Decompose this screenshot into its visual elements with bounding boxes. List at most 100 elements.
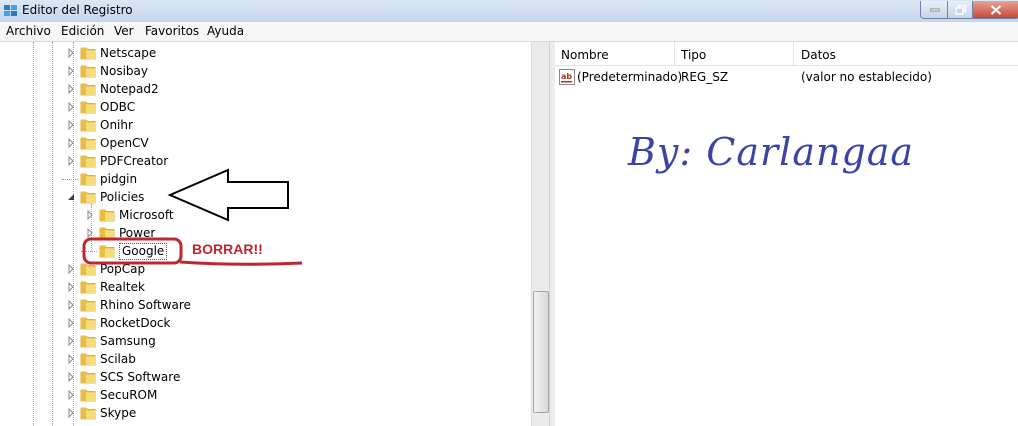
tree-item[interactable]: Realtek bbox=[0, 278, 530, 296]
expand-arrow-icon[interactable] bbox=[66, 390, 76, 400]
close-button[interactable] bbox=[972, 1, 1018, 19]
tree-item-label: Skype bbox=[100, 406, 137, 420]
folder-icon bbox=[80, 65, 96, 78]
tree-item-label: PDFCreator bbox=[100, 154, 169, 168]
column-header-tipo[interactable]: Tipo bbox=[681, 48, 706, 62]
minimize-button[interactable] bbox=[920, 1, 949, 19]
tree-item[interactable]: Samsung bbox=[0, 332, 530, 350]
folder-icon bbox=[80, 317, 96, 330]
tree-item[interactable]: Rhino Software bbox=[0, 296, 530, 314]
expand-arrow-icon[interactable] bbox=[66, 372, 76, 382]
expand-arrow-icon[interactable] bbox=[66, 264, 76, 274]
expand-arrow-icon[interactable] bbox=[85, 210, 95, 220]
tree-item[interactable]: Notepad2 bbox=[0, 80, 530, 98]
maximize-button[interactable] bbox=[947, 1, 974, 19]
scrollbar-thumb[interactable] bbox=[533, 291, 549, 413]
tree-item[interactable]: Onihr bbox=[0, 116, 530, 134]
tree-item[interactable]: pidgin bbox=[0, 170, 530, 188]
tree-item-label: Netscape bbox=[100, 46, 157, 60]
tree-item[interactable]: SecuROM bbox=[0, 386, 530, 404]
collapse-arrow-icon[interactable] bbox=[66, 192, 76, 202]
tree-item-label: Rhino Software bbox=[100, 298, 191, 312]
values-list[interactable]: Nombre Tipo Datos ab (Predeterminado) RE… bbox=[555, 42, 1018, 426]
folder-icon bbox=[99, 227, 115, 240]
tree-item[interactable]: Netscape bbox=[0, 44, 530, 62]
expand-arrow-icon[interactable] bbox=[66, 138, 76, 148]
column-separator[interactable] bbox=[674, 42, 675, 65]
expand-arrow-icon[interactable] bbox=[66, 300, 76, 310]
tree-item-label: Power bbox=[119, 226, 156, 240]
tree-item[interactable]: PopCap bbox=[0, 260, 530, 278]
folder-icon bbox=[80, 335, 96, 348]
tree-item[interactable]: PDFCreator bbox=[0, 152, 530, 170]
delete-annotation: BORRAR!! bbox=[192, 241, 263, 257]
tree-item-label: SecuROM bbox=[100, 388, 158, 402]
tree-item[interactable]: Power bbox=[0, 224, 530, 242]
expand-arrow-icon[interactable] bbox=[66, 354, 76, 364]
folder-icon bbox=[80, 47, 96, 60]
tree-item[interactable]: Skype bbox=[0, 404, 530, 422]
tree-connector bbox=[62, 179, 78, 180]
tree-item[interactable]: Nosibay bbox=[0, 62, 530, 80]
folder-open-icon bbox=[80, 191, 96, 204]
list-header: Nombre Tipo Datos bbox=[555, 42, 1018, 66]
menu-favoritos[interactable]: Favoritos bbox=[145, 24, 199, 38]
author-watermark: By: Carlangaa bbox=[628, 130, 915, 174]
tree-item[interactable]: Scilab bbox=[0, 350, 530, 368]
tree-item[interactable]: ODBC bbox=[0, 98, 530, 116]
registry-tree[interactable]: Netscape Nosibay Notepad2 ODBC Onihr OpenCV PD… bbox=[0, 42, 548, 426]
tree-item[interactable]: SCS Software bbox=[0, 368, 530, 386]
tree-item[interactable]: Policies bbox=[0, 188, 530, 206]
window-title: Editor del Registro bbox=[22, 3, 133, 17]
tree-item-label: Google bbox=[119, 243, 168, 260]
tree-item-label: Onihr bbox=[100, 118, 133, 132]
tree-item[interactable]: Google bbox=[0, 242, 530, 260]
tree-item-label: OpenCV bbox=[100, 136, 149, 150]
tree-item-label: Realtek bbox=[100, 280, 145, 294]
menu-bar: Archivo Edición Ver Favoritos Ayuda bbox=[0, 22, 1018, 42]
tree-item-label: PopCap bbox=[100, 262, 146, 276]
string-value-icon: ab bbox=[559, 69, 575, 85]
folder-icon bbox=[80, 119, 96, 132]
expand-arrow-icon[interactable] bbox=[66, 84, 76, 94]
column-header-datos[interactable]: Datos bbox=[801, 48, 836, 62]
tree-scrollbar[interactable] bbox=[531, 42, 549, 426]
tree-item-label: Samsung bbox=[100, 334, 156, 348]
expand-arrow-icon[interactable] bbox=[85, 228, 95, 238]
expand-arrow-icon[interactable] bbox=[66, 120, 76, 130]
title-bar: Editor del Registro bbox=[0, 0, 1018, 23]
menu-edicion[interactable]: Edición bbox=[61, 24, 104, 38]
expand-arrow-icon[interactable] bbox=[66, 48, 76, 58]
expand-arrow-icon[interactable] bbox=[66, 102, 76, 112]
tree-item-label: Microsoft bbox=[119, 208, 174, 222]
tree-item[interactable]: RocketDock bbox=[0, 314, 530, 332]
close-icon bbox=[990, 4, 1002, 15]
value-type: REG_SZ bbox=[681, 70, 729, 84]
menu-archivo[interactable]: Archivo bbox=[6, 24, 51, 38]
expand-arrow-icon[interactable] bbox=[66, 336, 76, 346]
column-separator[interactable] bbox=[793, 42, 794, 65]
folder-icon bbox=[80, 407, 96, 420]
tree-item[interactable]: Microsoft bbox=[0, 206, 530, 224]
svg-text:ab: ab bbox=[561, 72, 572, 81]
folder-icon bbox=[80, 281, 96, 294]
expand-arrow-icon[interactable] bbox=[66, 156, 76, 166]
menu-ver[interactable]: Ver bbox=[114, 24, 134, 38]
expand-arrow-icon[interactable] bbox=[66, 318, 76, 328]
folder-icon bbox=[80, 299, 96, 312]
column-header-nombre[interactable]: Nombre bbox=[561, 48, 609, 62]
expand-arrow-icon[interactable] bbox=[66, 408, 76, 418]
list-item[interactable]: ab (Predeterminado) REG_SZ (valor no est… bbox=[555, 68, 1018, 86]
minimize-icon bbox=[929, 8, 940, 11]
folder-icon bbox=[80, 371, 96, 384]
value-name: (Predeterminado) bbox=[577, 70, 683, 84]
expand-arrow-icon[interactable] bbox=[66, 66, 76, 76]
tree-item-label: SCS Software bbox=[100, 370, 181, 384]
tree-item-label: Scilab bbox=[100, 352, 136, 366]
tree-item-label: ODBC bbox=[100, 100, 136, 114]
expand-arrow-icon[interactable] bbox=[66, 282, 76, 292]
tree-item[interactable]: OpenCV bbox=[0, 134, 530, 152]
restore-icon bbox=[955, 4, 966, 15]
folder-icon bbox=[80, 155, 96, 168]
menu-ayuda[interactable]: Ayuda bbox=[207, 24, 244, 38]
